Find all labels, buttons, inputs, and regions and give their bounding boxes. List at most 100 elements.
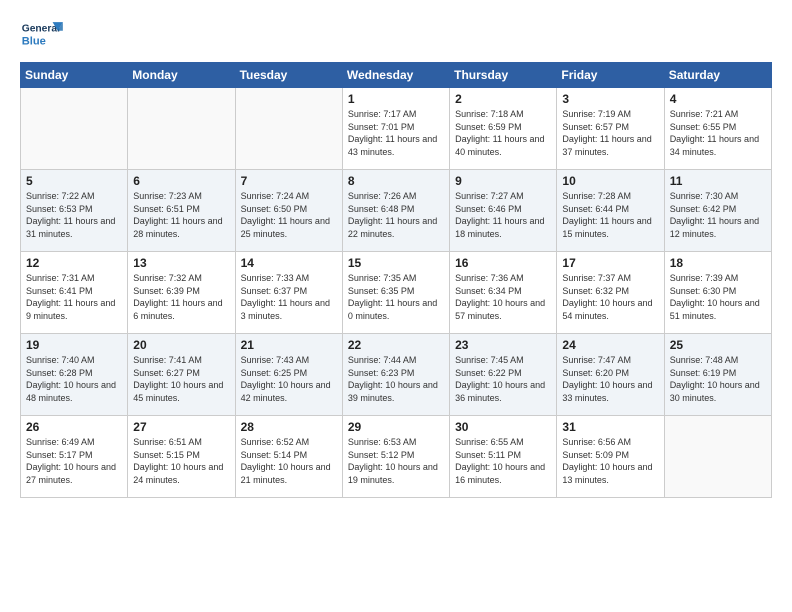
header-tuesday: Tuesday: [235, 63, 342, 88]
day-info: Sunrise: 7:48 AM Sunset: 6:19 PM Dayligh…: [670, 354, 766, 404]
day-number: 25: [670, 338, 766, 352]
calendar-cell: 11 Sunrise: 7:30 AM Sunset: 6:42 PM Dayli…: [664, 170, 771, 252]
day-number: 10: [562, 174, 658, 188]
day-info: Sunrise: 7:32 AM Sunset: 6:39 PM Dayligh…: [133, 272, 229, 322]
header-sunday: Sunday: [21, 63, 128, 88]
calendar-cell: [235, 88, 342, 170]
logo-svg: General Blue: [20, 16, 80, 54]
day-info: Sunrise: 7:19 AM Sunset: 6:57 PM Dayligh…: [562, 108, 658, 158]
logo: General Blue: [20, 16, 80, 54]
day-info: Sunrise: 7:40 AM Sunset: 6:28 PM Dayligh…: [26, 354, 122, 404]
day-number: 18: [670, 256, 766, 270]
calendar-cell: 7 Sunrise: 7:24 AM Sunset: 6:50 PM Daylig…: [235, 170, 342, 252]
calendar-cell: 26Sunrise: 6:49 AM Sunset: 5:17 PM Dayli…: [21, 416, 128, 498]
calendar-cell: 15 Sunrise: 7:35 AM Sunset: 6:35 PM Dayli…: [342, 252, 449, 334]
calendar-cell: 24Sunrise: 7:47 AM Sunset: 6:20 PM Dayli…: [557, 334, 664, 416]
day-info: Sunrise: 7:28 AM Sunset: 6:44 PM Dayligh…: [562, 190, 658, 240]
day-info: Sunrise: 6:52 AM Sunset: 5:14 PM Dayligh…: [241, 436, 337, 486]
day-number: 23: [455, 338, 551, 352]
day-info: Sunrise: 7:18 AM Sunset: 6:59 PM Dayligh…: [455, 108, 551, 158]
day-number: 8: [348, 174, 444, 188]
week-row-1: 1 Sunrise: 7:17 AM Sunset: 7:01 PM Daylig…: [21, 88, 772, 170]
day-number: 21: [241, 338, 337, 352]
day-info: Sunrise: 7:43 AM Sunset: 6:25 PM Dayligh…: [241, 354, 337, 404]
day-number: 20: [133, 338, 229, 352]
day-info: Sunrise: 6:56 AM Sunset: 5:09 PM Dayligh…: [562, 436, 658, 486]
calendar-cell: 9 Sunrise: 7:27 AM Sunset: 6:46 PM Daylig…: [450, 170, 557, 252]
day-number: 5: [26, 174, 122, 188]
calendar-cell: 19 Sunrise: 7:40 AM Sunset: 6:28 PM Dayli…: [21, 334, 128, 416]
day-info: Sunrise: 7:33 AM Sunset: 6:37 PM Dayligh…: [241, 272, 337, 322]
day-info: Sunrise: 7:35 AM Sunset: 6:35 PM Dayligh…: [348, 272, 444, 322]
day-number: 11: [670, 174, 766, 188]
day-info: Sunrise: 7:22 AM Sunset: 6:53 PM Dayligh…: [26, 190, 122, 240]
day-number: 30: [455, 420, 551, 434]
svg-text:General: General: [22, 24, 60, 35]
day-number: 1: [348, 92, 444, 106]
day-info: Sunrise: 7:24 AM Sunset: 6:50 PM Dayligh…: [241, 190, 337, 240]
calendar-cell: [664, 416, 771, 498]
day-number: 15: [348, 256, 444, 270]
calendar-cell: 5 Sunrise: 7:22 AM Sunset: 6:53 PM Daylig…: [21, 170, 128, 252]
day-number: 7: [241, 174, 337, 188]
header-friday: Friday: [557, 63, 664, 88]
calendar-cell: 10 Sunrise: 7:28 AM Sunset: 6:44 PM Dayli…: [557, 170, 664, 252]
calendar-cell: 12Sunrise: 7:31 AM Sunset: 6:41 PM Dayli…: [21, 252, 128, 334]
calendar-cell: 20 Sunrise: 7:41 AM Sunset: 6:27 PM Dayli…: [128, 334, 235, 416]
page: General Blue SundayMondayTuesdayWednesda…: [0, 0, 792, 612]
day-number: 13: [133, 256, 229, 270]
week-row-3: 12Sunrise: 7:31 AM Sunset: 6:41 PM Dayli…: [21, 252, 772, 334]
calendar-cell: 2Sunrise: 7:18 AM Sunset: 6:59 PM Daylig…: [450, 88, 557, 170]
calendar-cell: 23Sunrise: 7:45 AM Sunset: 6:22 PM Dayli…: [450, 334, 557, 416]
day-info: Sunrise: 7:39 AM Sunset: 6:30 PM Dayligh…: [670, 272, 766, 322]
day-number: 9: [455, 174, 551, 188]
calendar-cell: 22 Sunrise: 7:44 AM Sunset: 6:23 PM Dayli…: [342, 334, 449, 416]
day-info: Sunrise: 7:21 AM Sunset: 6:55 PM Dayligh…: [670, 108, 766, 158]
calendar-header-row: SundayMondayTuesdayWednesdayThursdayFrid…: [21, 63, 772, 88]
day-number: 31: [562, 420, 658, 434]
day-info: Sunrise: 6:55 AM Sunset: 5:11 PM Dayligh…: [455, 436, 551, 486]
svg-text:Blue: Blue: [22, 35, 46, 47]
header-monday: Monday: [128, 63, 235, 88]
day-number: 3: [562, 92, 658, 106]
calendar-cell: [21, 88, 128, 170]
header: General Blue: [20, 16, 772, 54]
day-info: Sunrise: 7:41 AM Sunset: 6:27 PM Dayligh…: [133, 354, 229, 404]
calendar-table: SundayMondayTuesdayWednesdayThursdayFrid…: [20, 62, 772, 498]
day-info: Sunrise: 7:17 AM Sunset: 7:01 PM Dayligh…: [348, 108, 444, 158]
day-info: Sunrise: 7:36 AM Sunset: 6:34 PM Dayligh…: [455, 272, 551, 322]
calendar-cell: 29Sunrise: 6:53 AM Sunset: 5:12 PM Dayli…: [342, 416, 449, 498]
day-info: Sunrise: 7:44 AM Sunset: 6:23 PM Dayligh…: [348, 354, 444, 404]
day-number: 6: [133, 174, 229, 188]
day-number: 29: [348, 420, 444, 434]
day-number: 19: [26, 338, 122, 352]
calendar-cell: 8 Sunrise: 7:26 AM Sunset: 6:48 PM Daylig…: [342, 170, 449, 252]
day-info: Sunrise: 7:23 AM Sunset: 6:51 PM Dayligh…: [133, 190, 229, 240]
week-row-5: 26Sunrise: 6:49 AM Sunset: 5:17 PM Dayli…: [21, 416, 772, 498]
day-number: 4: [670, 92, 766, 106]
day-number: 22: [348, 338, 444, 352]
day-info: Sunrise: 6:49 AM Sunset: 5:17 PM Dayligh…: [26, 436, 122, 486]
week-row-4: 19 Sunrise: 7:40 AM Sunset: 6:28 PM Dayli…: [21, 334, 772, 416]
calendar-cell: 13 Sunrise: 7:32 AM Sunset: 6:39 PM Dayli…: [128, 252, 235, 334]
calendar-cell: 25 Sunrise: 7:48 AM Sunset: 6:19 PM Dayli…: [664, 334, 771, 416]
day-info: Sunrise: 7:31 AM Sunset: 6:41 PM Dayligh…: [26, 272, 122, 322]
calendar-cell: [128, 88, 235, 170]
day-number: 28: [241, 420, 337, 434]
day-info: Sunrise: 7:47 AM Sunset: 6:20 PM Dayligh…: [562, 354, 658, 404]
calendar-cell: 14Sunrise: 7:33 AM Sunset: 6:37 PM Dayli…: [235, 252, 342, 334]
day-number: 16: [455, 256, 551, 270]
calendar-cell: 27 Sunrise: 6:51 AM Sunset: 5:15 PM Dayli…: [128, 416, 235, 498]
day-info: Sunrise: 7:37 AM Sunset: 6:32 PM Dayligh…: [562, 272, 658, 322]
day-number: 27: [133, 420, 229, 434]
header-thursday: Thursday: [450, 63, 557, 88]
header-wednesday: Wednesday: [342, 63, 449, 88]
day-info: Sunrise: 6:51 AM Sunset: 5:15 PM Dayligh…: [133, 436, 229, 486]
day-info: Sunrise: 7:26 AM Sunset: 6:48 PM Dayligh…: [348, 190, 444, 240]
calendar-cell: 28 Sunrise: 6:52 AM Sunset: 5:14 PM Dayli…: [235, 416, 342, 498]
day-info: Sunrise: 7:30 AM Sunset: 6:42 PM Dayligh…: [670, 190, 766, 240]
calendar-cell: 16 Sunrise: 7:36 AM Sunset: 6:34 PM Dayli…: [450, 252, 557, 334]
day-info: Sunrise: 7:27 AM Sunset: 6:46 PM Dayligh…: [455, 190, 551, 240]
calendar-cell: 6 Sunrise: 7:23 AM Sunset: 6:51 PM Daylig…: [128, 170, 235, 252]
day-number: 17: [562, 256, 658, 270]
